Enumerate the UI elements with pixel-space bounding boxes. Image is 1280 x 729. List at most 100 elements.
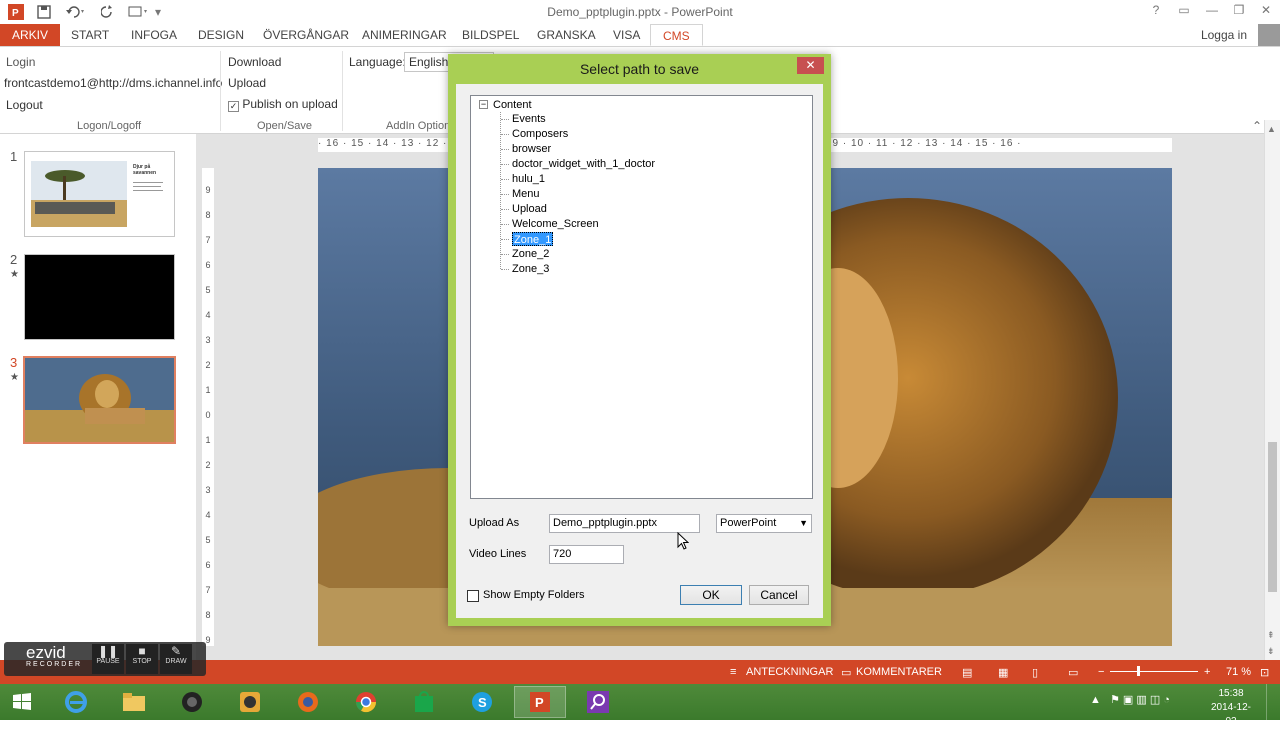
collapse-icon[interactable]: − xyxy=(479,100,488,109)
ruler-tick: 2 xyxy=(205,460,211,470)
tab-infoga[interactable]: INFOGA xyxy=(131,24,177,46)
tree-item-upload[interactable]: Upload xyxy=(512,202,547,216)
video-lines-input[interactable]: 720 xyxy=(549,545,624,564)
tree-line xyxy=(501,149,509,150)
ribbon-tabs: ARKIV START INFOGA DESIGN ÖVERGÅNGAR ANI… xyxy=(0,24,1280,46)
tree-line xyxy=(501,209,509,210)
zoom-level[interactable]: 71 % xyxy=(1226,666,1251,678)
media-player-icon[interactable] xyxy=(166,686,218,718)
help-button[interactable]: ? xyxy=(1142,3,1170,19)
slide-thumbnail-3[interactable] xyxy=(23,356,176,444)
show-desktop-button[interactable] xyxy=(1266,684,1280,720)
ok-button[interactable]: OK xyxy=(680,585,742,605)
chrome-icon[interactable] xyxy=(340,686,392,718)
tree-item-doctor-widget[interactable]: doctor_widget_with_1_doctor xyxy=(512,157,655,171)
folder-tree[interactable]: − Content Events Composers browser docto… xyxy=(470,95,813,499)
tree-item-zone-2[interactable]: Zone_2 xyxy=(512,247,549,261)
close-button[interactable]: ✕ xyxy=(1252,3,1280,19)
store-icon[interactable] xyxy=(398,686,450,718)
download-button[interactable]: Download xyxy=(228,55,281,69)
tray-icons[interactable]: ⚑ ▣ ▥ ◫ ◔ xyxy=(1110,693,1170,706)
search-app-icon[interactable] xyxy=(572,686,624,718)
sign-in-link[interactable]: Logga in xyxy=(1201,28,1247,42)
thumb-text-line xyxy=(133,186,161,187)
scroll-up-icon[interactable]: ▲ xyxy=(1267,124,1276,134)
ruler-tick: 5 xyxy=(205,285,211,295)
collapse-ribbon-icon[interactable]: ⌃ xyxy=(1252,119,1262,133)
ruler-tick: 6 xyxy=(205,260,211,270)
tab-granska[interactable]: GRANSKA xyxy=(537,24,596,46)
zoom-out-button[interactable]: − xyxy=(1098,666,1104,678)
tree-line xyxy=(501,254,509,255)
file-explorer-icon[interactable] xyxy=(108,686,160,718)
ruler-tick: 5 xyxy=(205,535,211,545)
reading-view-icon[interactable]: ▯ xyxy=(1032,666,1038,679)
tree-item-zone-3[interactable]: Zone_3 xyxy=(512,262,549,276)
logout-button[interactable]: Logout xyxy=(6,98,43,112)
tree-root-content[interactable]: Content xyxy=(493,98,532,112)
recorder-app-icon[interactable] xyxy=(224,686,276,718)
tab-design[interactable]: DESIGN xyxy=(198,24,244,46)
windows-start-icon[interactable] xyxy=(0,686,44,718)
tab-visa[interactable]: VISA xyxy=(613,24,640,46)
prev-slide-icon[interactable]: ⇞ xyxy=(1267,630,1275,641)
check-icon[interactable]: ✓ xyxy=(228,101,239,112)
format-select[interactable]: PowerPoint ▼ xyxy=(716,514,812,533)
tab-cms[interactable]: CMS xyxy=(650,24,703,46)
firefox-icon[interactable] xyxy=(282,686,334,718)
skype-icon[interactable]: S xyxy=(456,686,508,718)
stop-button[interactable]: ■ STOP xyxy=(126,644,158,674)
zoom-slider[interactable] xyxy=(1110,671,1198,672)
account-avatar[interactable] xyxy=(1258,24,1280,46)
cancel-button[interactable]: Cancel xyxy=(749,585,809,605)
ruler-tick: 3 xyxy=(205,335,211,345)
login-button[interactable]: Login xyxy=(6,55,35,69)
show-hidden-icons-icon[interactable]: ▲ xyxy=(1090,694,1101,706)
upload-button[interactable]: Upload xyxy=(228,76,266,90)
ruler-tick: 1 xyxy=(205,435,211,445)
powerpoint-taskbar-icon[interactable]: P xyxy=(514,686,566,718)
tab-overgangar[interactable]: ÖVERGÅNGAR xyxy=(263,24,349,46)
tree-line xyxy=(501,164,509,165)
tree-item-hulu[interactable]: hulu_1 xyxy=(512,172,545,186)
pause-button[interactable]: ❚❚ PAUSE xyxy=(92,644,124,674)
next-slide-icon[interactable]: ⇟ xyxy=(1267,646,1275,657)
tree-item-composers[interactable]: Composers xyxy=(512,127,568,141)
restore-button[interactable]: ❐ xyxy=(1225,3,1253,19)
slideshow-icon[interactable]: ▭ xyxy=(1068,666,1078,679)
slide-thumbnail-2[interactable] xyxy=(24,254,175,340)
fit-slide-icon[interactable]: ⊡ xyxy=(1260,666,1269,679)
scrollbar-thumb[interactable] xyxy=(1268,442,1277,592)
ribbon-display-options-button[interactable]: ▭ xyxy=(1170,3,1198,19)
tab-start[interactable]: START xyxy=(71,24,109,46)
thumb-text-line xyxy=(133,182,163,183)
dialog-title: Select path to save xyxy=(579,61,700,77)
comments-button[interactable]: KOMMENTARER xyxy=(856,666,942,678)
show-empty-folders-checkbox[interactable] xyxy=(467,590,479,602)
tab-animeringar[interactable]: ANIMERINGAR xyxy=(362,24,447,46)
tree-item-welcome-screen[interactable]: Welcome_Screen xyxy=(512,217,599,231)
ruler-tick: 4 xyxy=(205,510,211,520)
clock[interactable]: 15:38 2014-12-02 xyxy=(1208,687,1254,729)
tree-item-menu[interactable]: Menu xyxy=(512,187,540,201)
normal-view-icon[interactable]: ▤ xyxy=(962,666,972,679)
notes-button[interactable]: ANTECKNINGAR xyxy=(746,666,833,678)
tree-item-browser[interactable]: browser xyxy=(512,142,551,156)
slide-sorter-icon[interactable]: ▦ xyxy=(998,666,1008,679)
dialog-close-button[interactable]: ✕ xyxy=(797,57,824,74)
tab-bildspel[interactable]: BILDSPEL xyxy=(462,24,519,46)
upload-as-input[interactable]: Demo_pptplugin.pptx xyxy=(549,514,700,533)
stop-icon: ■ xyxy=(138,644,146,658)
zoom-slider-handle[interactable] xyxy=(1137,666,1140,676)
draw-button[interactable]: ✎ DRAW xyxy=(160,644,192,674)
slide-thumbnail-1[interactable]: Djur på savannen xyxy=(24,151,175,237)
internet-explorer-icon[interactable] xyxy=(50,686,102,718)
tree-item-zone-1[interactable]: Zone_1 xyxy=(512,232,554,246)
tab-arkiv[interactable]: ARKIV xyxy=(0,24,61,46)
publish-checkbox[interactable]: ✓ Publish on upload xyxy=(228,97,338,112)
minimize-button[interactable]: — xyxy=(1198,3,1226,19)
vertical-scrollbar[interactable]: ▲ ⇞ ⇟ xyxy=(1264,120,1280,660)
zoom-in-button[interactable]: + xyxy=(1204,666,1210,678)
format-value: PowerPoint xyxy=(720,517,777,529)
tree-item-events[interactable]: Events xyxy=(512,112,546,126)
